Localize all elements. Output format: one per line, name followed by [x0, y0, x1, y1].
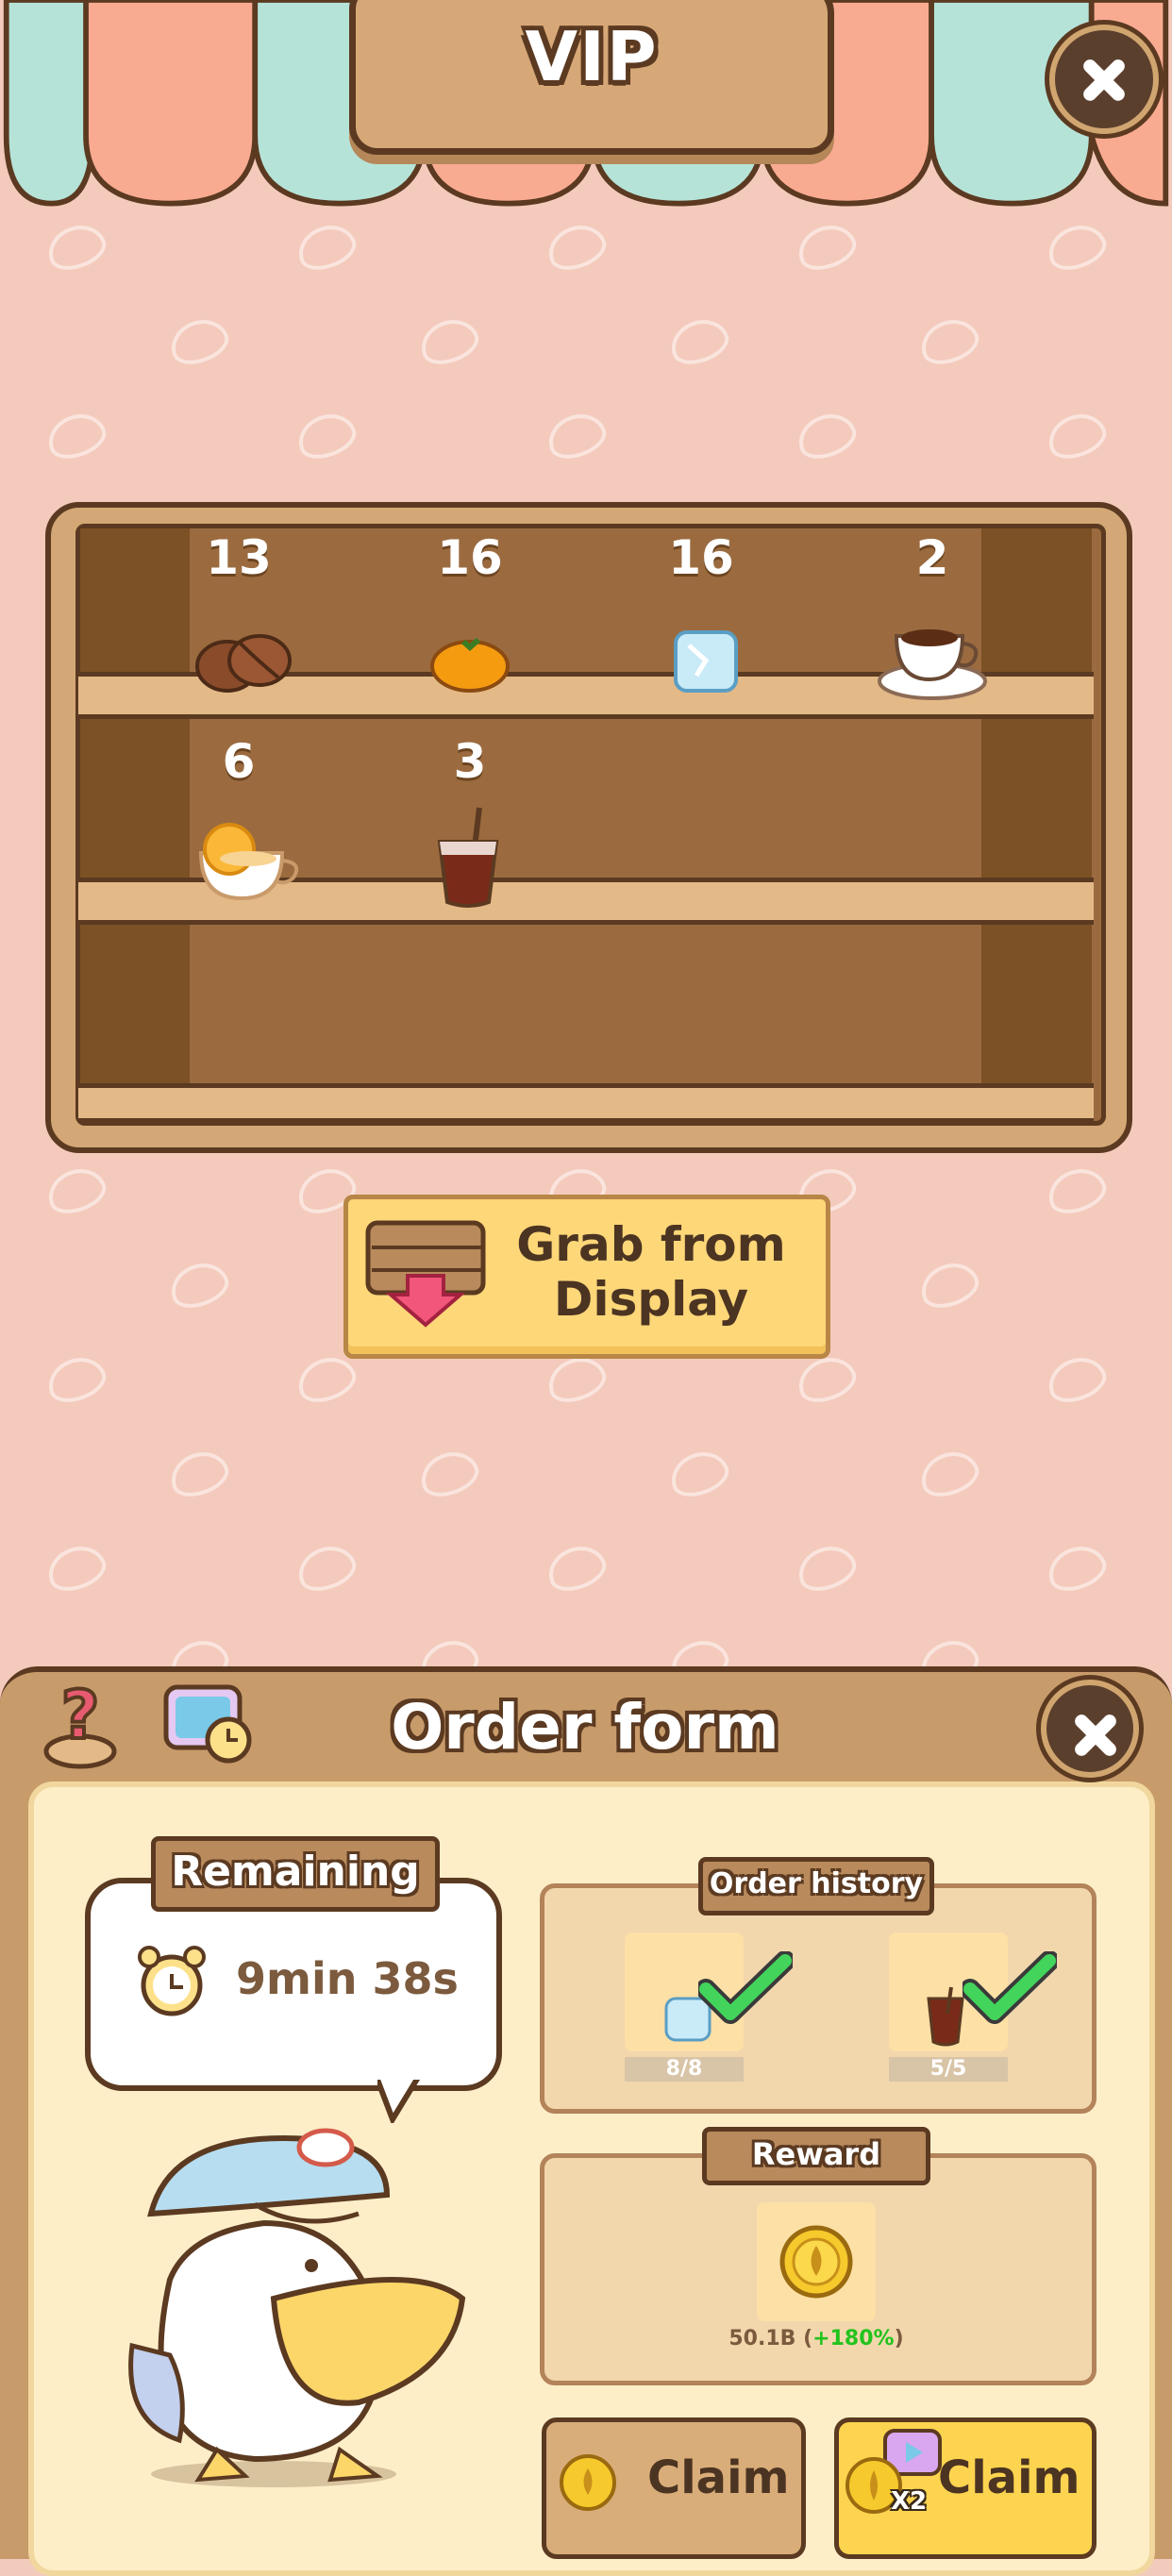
- close-icon[interactable]: [1041, 1680, 1139, 1778]
- x2-badge: X2: [891, 2487, 928, 2516]
- gold-coin-icon: [557, 2451, 619, 2514]
- pelican-mascot: [113, 2110, 481, 2487]
- checkmark-icon: [695, 1950, 795, 2027]
- remaining-time: 9min 38s: [236, 1953, 459, 2004]
- orange-tea-icon[interactable]: [192, 819, 305, 904]
- leaf-decoration: [914, 1444, 984, 1504]
- alarm-clock-icon: [134, 1944, 209, 2019]
- item-count: 13: [206, 530, 272, 585]
- coffee-beans-icon[interactable]: [192, 623, 295, 698]
- crate-arrow-icon: [362, 1215, 491, 1329]
- leaf-decoration: [42, 406, 111, 466]
- leaf-decoration: [542, 1349, 611, 1410]
- leaf-decoration: [42, 217, 111, 277]
- item-count: 3: [453, 734, 487, 789]
- ice-cube-icon[interactable]: [668, 623, 744, 698]
- leaf-decoration: [292, 1349, 361, 1410]
- coffee-cup-icon[interactable]: [876, 613, 993, 704]
- item-count: 2: [915, 530, 949, 585]
- leaf-decoration: [914, 1255, 984, 1315]
- iced-coffee-icon[interactable]: [434, 802, 506, 912]
- shelf-post-left: [80, 528, 190, 1083]
- leaf-decoration: [1042, 217, 1112, 277]
- leaf-decoration: [542, 217, 611, 277]
- claim-label: Claim: [647, 2451, 790, 2504]
- leaf-decoration: [42, 1349, 111, 1410]
- leaf-decoration: [414, 1444, 484, 1504]
- reward-ribbon: Reward: [702, 2127, 930, 2185]
- leaf-decoration: [292, 406, 361, 466]
- shelf-plank: [78, 1083, 1094, 1123]
- leaf-decoration: [542, 406, 611, 466]
- leaf-decoration: [1042, 1161, 1112, 1221]
- leaf-decoration: [164, 311, 234, 372]
- leaf-decoration: [164, 1444, 234, 1504]
- item-count: 16: [437, 530, 503, 585]
- leaf-decoration: [792, 406, 862, 466]
- item-count: 6: [222, 734, 256, 789]
- leaf-decoration: [42, 1161, 111, 1221]
- checkmark-icon: [960, 1950, 1060, 2027]
- grab-from-display-label: Grab from Display: [516, 1217, 786, 1327]
- leaf-decoration: [414, 311, 484, 372]
- history-progress: 8/8: [625, 2057, 744, 2082]
- svg-text:?: ?: [61, 1677, 100, 1754]
- leaf-decoration: [292, 1538, 361, 1598]
- remaining-ribbon: Remaining: [151, 1836, 440, 1912]
- leaf-decoration: [1042, 1349, 1112, 1410]
- leaf-decoration: [792, 217, 862, 277]
- orange-icon[interactable]: [427, 630, 512, 693]
- help-icon[interactable]: ?: [38, 1675, 123, 1770]
- item-count: 16: [668, 530, 734, 585]
- gold-coin-icon: [778, 2223, 855, 2300]
- leaf-decoration: [914, 311, 984, 372]
- close-icon[interactable]: [1049, 25, 1159, 134]
- iced-coffee-icon: [925, 1985, 966, 2048]
- leaf-decoration: [664, 311, 734, 372]
- shelf-post-right: [981, 528, 1092, 1083]
- claim-x2-label: Claim: [938, 2451, 1080, 2504]
- leaf-decoration: [664, 1444, 734, 1504]
- leaf-decoration: [1042, 1538, 1112, 1598]
- leaf-decoration: [792, 1349, 862, 1410]
- history-progress: 5/5: [889, 2057, 1008, 2082]
- page-title: VIP: [525, 17, 659, 96]
- order-form-title: Order form: [391, 1691, 779, 1764]
- leaf-decoration: [1042, 406, 1112, 466]
- reward-amount: 50.1B (+180%): [728, 2327, 904, 2350]
- leaf-decoration: [42, 1538, 111, 1598]
- leaf-decoration: [542, 1538, 611, 1598]
- leaf-decoration: [792, 1538, 862, 1598]
- leaf-decoration: [292, 217, 361, 277]
- video-timer-icon[interactable]: [160, 1678, 259, 1768]
- leaf-decoration: [164, 1255, 234, 1315]
- order-history-ribbon: Order history: [698, 1857, 934, 1915]
